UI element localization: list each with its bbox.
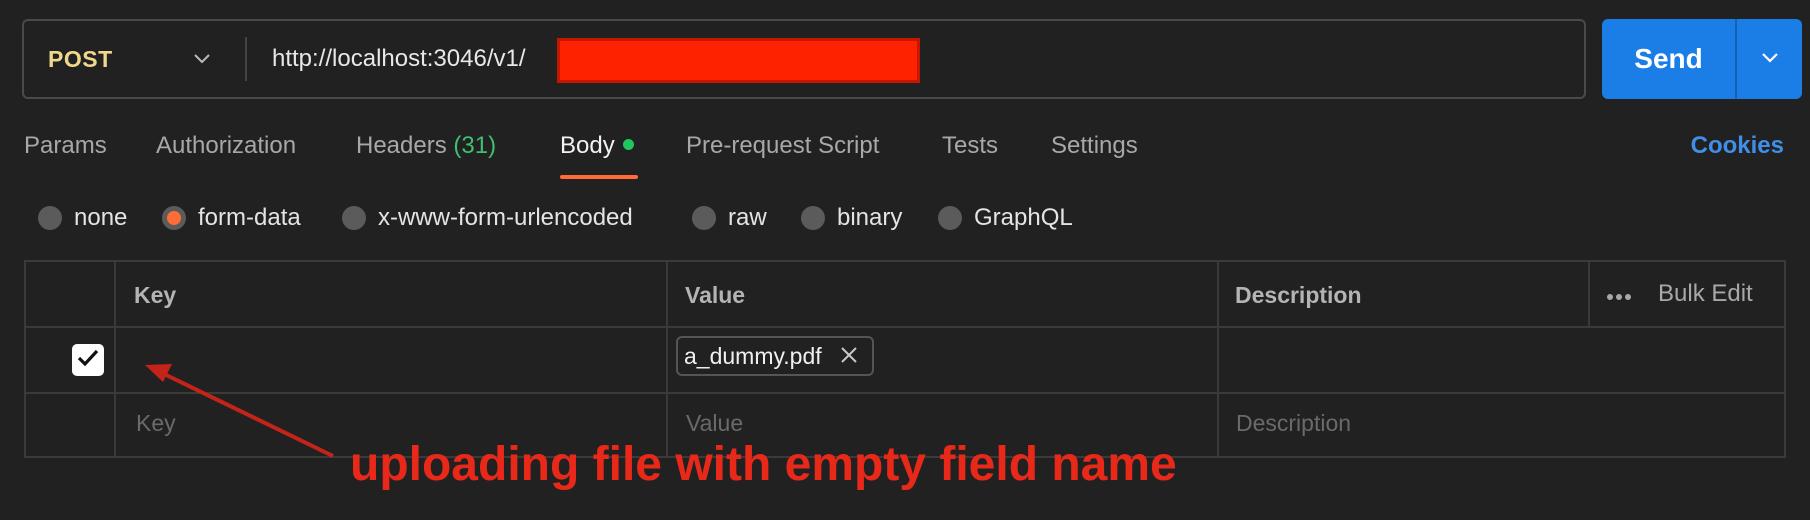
annotation-text: uploading file with empty field name [350, 438, 1177, 491]
postman-request-panel: POST http://localhost:3046/v1/ Send Para… [0, 0, 1810, 520]
